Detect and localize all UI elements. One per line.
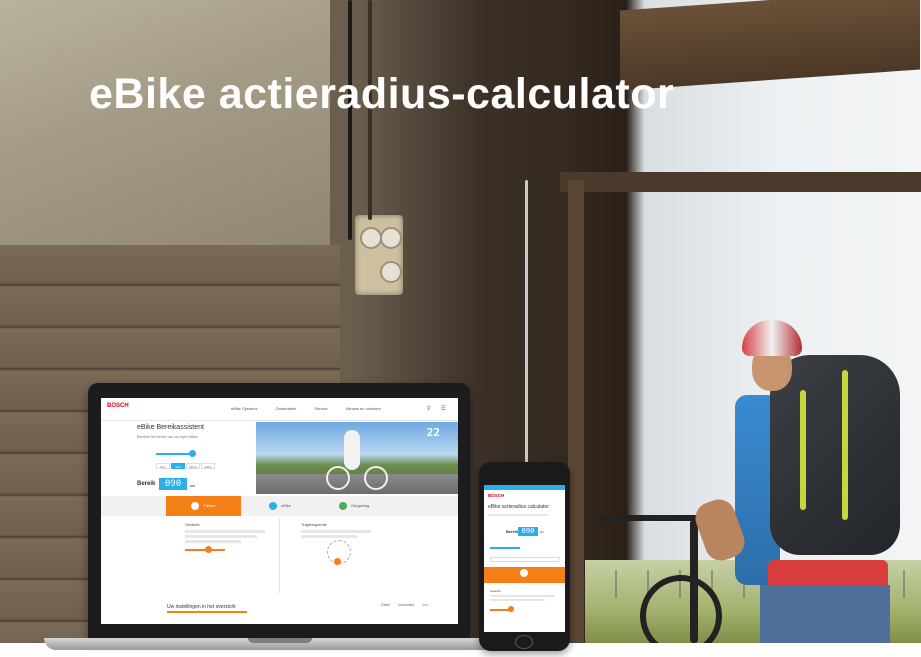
range-value: 090 — [518, 527, 538, 536]
rider-figure — [344, 430, 360, 470]
door-frame — [560, 172, 921, 192]
electrical-outlet — [355, 215, 403, 295]
calculator-title: eBike actieradius calculator — [488, 504, 549, 510]
nav-item[interactable]: Onderdelen — [275, 406, 296, 411]
overview-action[interactable]: Info — [422, 603, 428, 607]
overview-actions: Delen Instructies Info — [381, 603, 428, 607]
phone-screen: BOSCH eBike actieradius calculator Berei… — [484, 485, 565, 632]
page-title: eBike actieradius-calculator — [89, 70, 675, 118]
bike-wheel — [364, 466, 388, 490]
section-title-weight: Gewicht — [185, 522, 200, 527]
overview-action[interactable]: Instructies — [398, 603, 414, 607]
home-button — [515, 635, 533, 649]
calculator-subtitle — [488, 514, 548, 516]
bike-helmet — [742, 320, 802, 356]
tab-ebike[interactable]: eBike — [269, 496, 291, 516]
weight-slider-handle[interactable] — [205, 546, 212, 553]
ebike-rider-photo: 22 — [256, 422, 458, 494]
overview-title: Uw instellingen in het overzicht — [167, 604, 236, 610]
section-body — [490, 599, 545, 601]
mode-option[interactable]: Turbo — [201, 463, 215, 469]
section-body — [301, 528, 371, 540]
bosch-logo[interactable]: BOSCH — [107, 403, 129, 409]
status-bar — [484, 485, 565, 490]
door-post — [568, 180, 584, 643]
rider-icon — [191, 501, 200, 510]
backpack-strap — [800, 390, 806, 510]
nav-item[interactable]: eBike Systems — [231, 406, 257, 411]
tab-fietser[interactable]: Fietser — [166, 496, 241, 516]
bike-frame — [690, 520, 698, 643]
rider-pants — [760, 585, 890, 643]
calculator-subtitle: Bereken het bereik van uw eigen eBike — [137, 435, 198, 439]
tab-label: Fietser — [203, 503, 216, 508]
tab-label: Omgeving — [351, 503, 370, 508]
mode-option[interactable]: Sport — [186, 463, 200, 469]
section-title-cadence: Trapfrequentie — [301, 522, 327, 527]
laptop-notch — [248, 638, 312, 643]
rider-icon — [520, 569, 528, 577]
cable — [525, 180, 528, 480]
tab-label: eBike — [281, 503, 292, 508]
ebike-icon — [269, 501, 277, 510]
site-header: BOSCH eBike Systems Onderdelen Service N… — [101, 398, 458, 421]
range-unit: km — [190, 483, 196, 488]
backpack-strap — [842, 370, 848, 520]
weight-slider-handle[interactable] — [189, 450, 196, 457]
overview-action[interactable]: Delen — [381, 603, 390, 607]
site-nav: eBike Systems Onderdelen Service Nieuws … — [231, 406, 381, 411]
cable — [348, 0, 352, 240]
mode-option[interactable]: Eco — [156, 463, 170, 469]
header-icons[interactable]: ⚲ ☰ — [427, 405, 450, 412]
mode-selector[interactable] — [490, 557, 560, 562]
weight-slider-handle[interactable] — [508, 606, 514, 612]
section-body — [490, 595, 555, 597]
mode-option-active[interactable]: Tour — [171, 463, 185, 469]
section-title-weight: Gewicht — [490, 589, 501, 593]
range-unit: km — [540, 530, 544, 534]
weight-slider[interactable] — [490, 547, 520, 549]
calculator-title: eBike Bereikassistent — [137, 424, 204, 431]
bike-wheel — [326, 466, 350, 490]
laptop-screen: BOSCH eBike Systems Onderdelen Service N… — [101, 398, 458, 624]
tab-omgeving[interactable]: Omgeving — [339, 496, 369, 516]
bosch-logo[interactable]: BOSCH — [488, 493, 504, 498]
divider — [279, 518, 280, 593]
overview-underline — [167, 611, 247, 613]
nav-item[interactable]: Service — [314, 406, 327, 411]
road — [256, 474, 458, 494]
cadence-dial-handle[interactable] — [334, 558, 341, 565]
environment-icon — [339, 501, 347, 510]
nav-item[interactable]: Nieuws en verhalen — [346, 406, 381, 411]
range-label: Bereik — [137, 481, 156, 487]
range-label: Bereik — [506, 529, 519, 534]
speed-display: 22 — [426, 426, 440, 439]
backpack — [770, 355, 900, 555]
section-body — [185, 528, 265, 545]
range-value: 090 — [159, 478, 187, 490]
